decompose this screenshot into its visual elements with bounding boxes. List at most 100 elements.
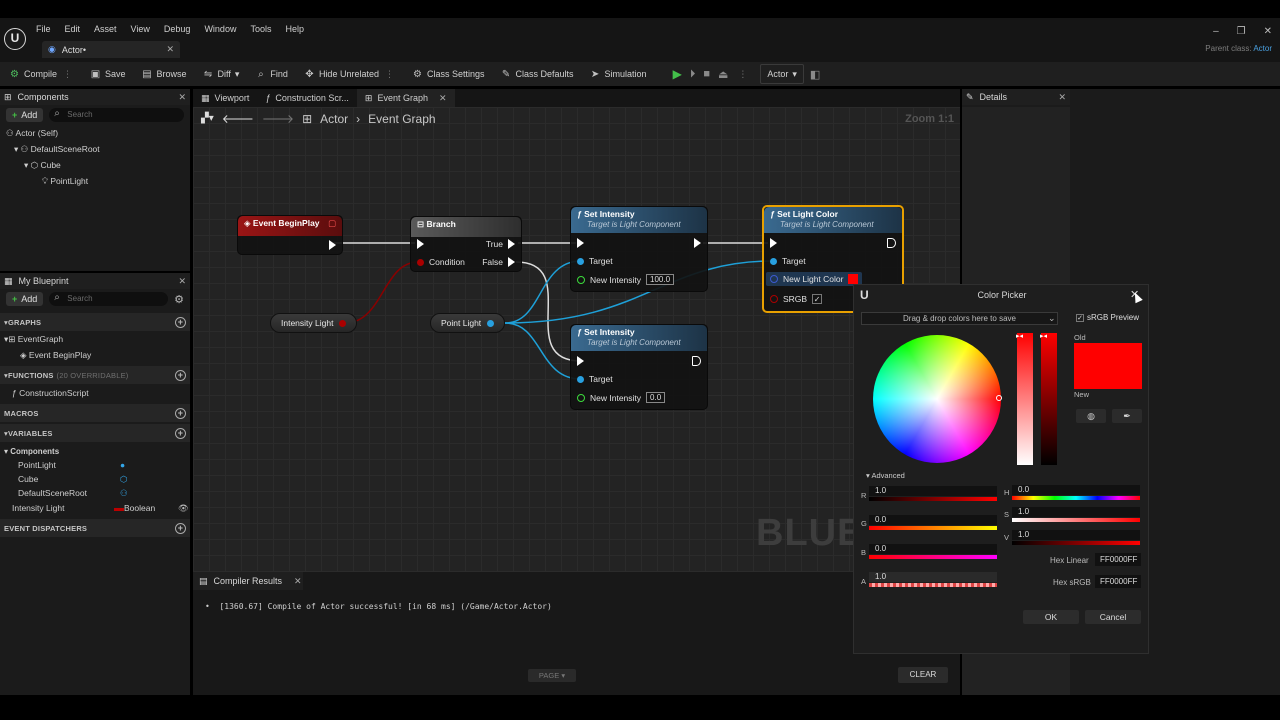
condition-pin[interactable]: Condition <box>417 257 465 267</box>
event-graph-canvas[interactable]: ▞▾ 🡐 🡒 ⊞ Actor › Event Graph Zoom 1:1 BL… <box>193 107 960 572</box>
eject-icon[interactable]: ⏏ <box>718 68 728 81</box>
exec-out-pin[interactable] <box>694 238 701 248</box>
add-function-icon[interactable]: + <box>175 369 186 381</box>
green-value-input[interactable]: 0.0 <box>869 515 997 525</box>
add-dispatcher-icon[interactable]: + <box>175 522 186 534</box>
menu-window[interactable]: Window <box>204 24 236 34</box>
restore-icon[interactable]: ❐ <box>1237 26 1246 37</box>
debug-object-select[interactable]: Actor ▾ <box>760 64 804 84</box>
ok-button[interactable]: OK <box>1023 610 1079 624</box>
close-panel-icon[interactable]: ✕ <box>1058 92 1066 103</box>
play-options-icon[interactable]: ⋮ <box>736 69 749 80</box>
object-out-pin[interactable] <box>487 319 495 327</box>
compiler-results-tab[interactable]: ▤ Compiler Results ✕ <box>193 572 303 590</box>
alpha-value-input[interactable]: 1.0 <box>869 572 997 582</box>
menu-tools[interactable]: Tools <box>250 24 271 34</box>
event-dispatchers-section[interactable]: EVENT DISPATCHERS + <box>0 519 190 537</box>
close-tab-icon[interactable]: ✕ <box>166 44 174 55</box>
false-pin[interactable]: False <box>482 257 515 267</box>
node-set-intensity-2[interactable]: ƒ Set Intensity Target is Light Component… <box>570 324 708 410</box>
target-pin[interactable]: Target <box>577 374 613 384</box>
saturation-marker-icon[interactable]: ▸◂ <box>1016 332 1023 340</box>
play-icon[interactable]: ▶ <box>673 67 682 81</box>
var-item-cube[interactable]: Cube ⬡ <box>0 473 190 486</box>
blue-value-input[interactable]: 0.0 <box>869 544 997 554</box>
class-defaults-button[interactable]: ✎ Class Defaults <box>496 64 579 84</box>
menu-asset[interactable]: Asset <box>94 24 117 34</box>
hue-slider[interactable]: 0.0 <box>1012 485 1140 501</box>
target-pin[interactable]: Target <box>577 256 613 266</box>
graphs-section[interactable]: ▾ GRAPHS + <box>0 313 190 331</box>
hex-srgb-input[interactable]: FF0000FF <box>1095 575 1141 588</box>
clear-button[interactable]: CLEAR <box>898 667 948 683</box>
function-item-constructionscript[interactable]: ƒ ConstructionScript <box>0 387 190 400</box>
hue-value-input[interactable]: 0.0 <box>1012 485 1140 495</box>
eye-icon[interactable]: 👁︎ <box>178 502 189 515</box>
menu-edit[interactable]: Edit <box>65 24 81 34</box>
functions-section[interactable]: ▾ FUNCTIONS (20 OVERRIDABLE) + <box>0 366 190 384</box>
advanced-toggle[interactable]: ▾ Advanced <box>866 471 905 480</box>
tree-item-cube[interactable]: ▾ ⬡ Cube <box>6 157 190 173</box>
graph-item-eventgraph[interactable]: ▾⊞ EventGraph <box>0 333 190 346</box>
unreal-logo-icon[interactable]: U <box>4 28 26 50</box>
exec-in-pin[interactable] <box>577 356 584 366</box>
simulation-button[interactable]: ➤ Simulation <box>585 64 652 84</box>
node-intensity-light-var[interactable]: Intensity Light <box>270 313 358 333</box>
debug-filter-icon[interactable]: ◧ <box>810 68 820 81</box>
value-bar[interactable] <box>1041 333 1057 465</box>
exec-out-pin[interactable] <box>887 238 896 248</box>
true-pin[interactable]: True <box>486 239 515 249</box>
srgb-checkbox[interactable]: ✓ <box>812 294 823 304</box>
close-tab-icon[interactable]: ✕ <box>294 576 302 587</box>
exec-out-pin[interactable] <box>329 240 336 250</box>
variables-section[interactable]: ▾ VARIABLES + <box>0 424 190 442</box>
eyedropper-icon[interactable]: ✒ <box>1112 409 1142 423</box>
compile-options-icon[interactable]: ⋮ <box>61 69 74 80</box>
hide-unrelated-button[interactable]: ✥ Hide Unrelated ⋮ <box>299 64 401 84</box>
color-wheel[interactable] <box>873 335 1001 463</box>
close-panel-icon[interactable]: ✕ <box>178 276 186 287</box>
add-graph-icon[interactable]: + <box>175 316 186 328</box>
red-slider[interactable]: 1.0 <box>869 486 997 502</box>
bool-out-pin[interactable] <box>339 319 347 327</box>
expand-arrow-icon[interactable]: ▾ <box>14 144 18 154</box>
blue-slider[interactable]: 0.0 <box>869 544 997 560</box>
menu-help[interactable]: Help <box>285 24 304 34</box>
expand-arrow-icon[interactable]: ▾ <box>24 160 28 170</box>
hex-linear-input[interactable]: FF0000FF <box>1095 553 1141 566</box>
class-settings-button[interactable]: ⚙ Class Settings <box>407 64 490 84</box>
var-item-defaultsceneroot[interactable]: DefaultSceneRoot ⚇ <box>0 487 190 500</box>
red-value-input[interactable]: 1.0 <box>869 486 997 496</box>
stop-icon[interactable]: ■ <box>703 68 710 80</box>
diff-button[interactable]: ⇋ Diff ▾ <box>198 64 245 84</box>
node-set-intensity-1[interactable]: ƒ Set Intensity Target is Light Component… <box>570 206 708 292</box>
var-item-pointlight[interactable]: PointLight ● <box>0 459 190 472</box>
menu-file[interactable]: File <box>36 24 51 34</box>
components-search-input[interactable]: Search <box>49 107 184 122</box>
new-intensity-pin[interactable]: New Intensity 0.0 <box>577 392 666 403</box>
delegate-pin-icon[interactable]: ▢ <box>328 218 336 229</box>
tree-item-point-light[interactable]: 💡︎ PointLight <box>6 173 190 189</box>
tree-item-default-scene-root[interactable]: ▾ ⚇ DefaultSceneRoot <box>6 141 190 157</box>
srgb-preview-checkbox[interactable]: ✓ <box>1076 313 1084 322</box>
node-event-beginplay[interactable]: ◈ Event BeginPlay ▢ <box>237 215 343 255</box>
value-marker-icon[interactable]: ▸◂ <box>1040 332 1047 340</box>
node-point-light-var[interactable]: Point Light <box>430 313 506 333</box>
macros-section[interactable]: MACROS + <box>0 404 190 422</box>
saturation-value-input[interactable]: 1.0 <box>1012 507 1140 517</box>
new-light-color-pin[interactable]: New Light Color <box>766 272 863 286</box>
tree-item-actor-self[interactable]: ⚇ Actor (Self) <box>6 125 190 141</box>
step-icon[interactable]: ⏵ <box>690 68 696 81</box>
more-options-icon[interactable]: ⋮ <box>383 69 396 80</box>
cancel-button[interactable]: Cancel <box>1085 610 1141 624</box>
value-slider[interactable]: 1.0 <box>1012 530 1140 546</box>
close-tab-icon[interactable]: ✕ <box>439 93 447 104</box>
srgb-preview-toggle[interactable]: ✓ sRGB Preview <box>1076 313 1139 322</box>
components-group[interactable]: ▾ Components <box>0 445 190 458</box>
close-window-icon[interactable]: ✕ <box>1264 26 1272 37</box>
minimize-icon[interactable]: – <box>1213 26 1219 37</box>
compile-button[interactable]: ⚙ Compile ⋮ <box>4 64 79 84</box>
document-tab-actor[interactable]: ◉ Actor• ✕ <box>42 41 180 58</box>
exec-in-pin[interactable] <box>577 238 584 248</box>
node-branch[interactable]: ⊟ Branch True Condition False <box>410 216 522 272</box>
